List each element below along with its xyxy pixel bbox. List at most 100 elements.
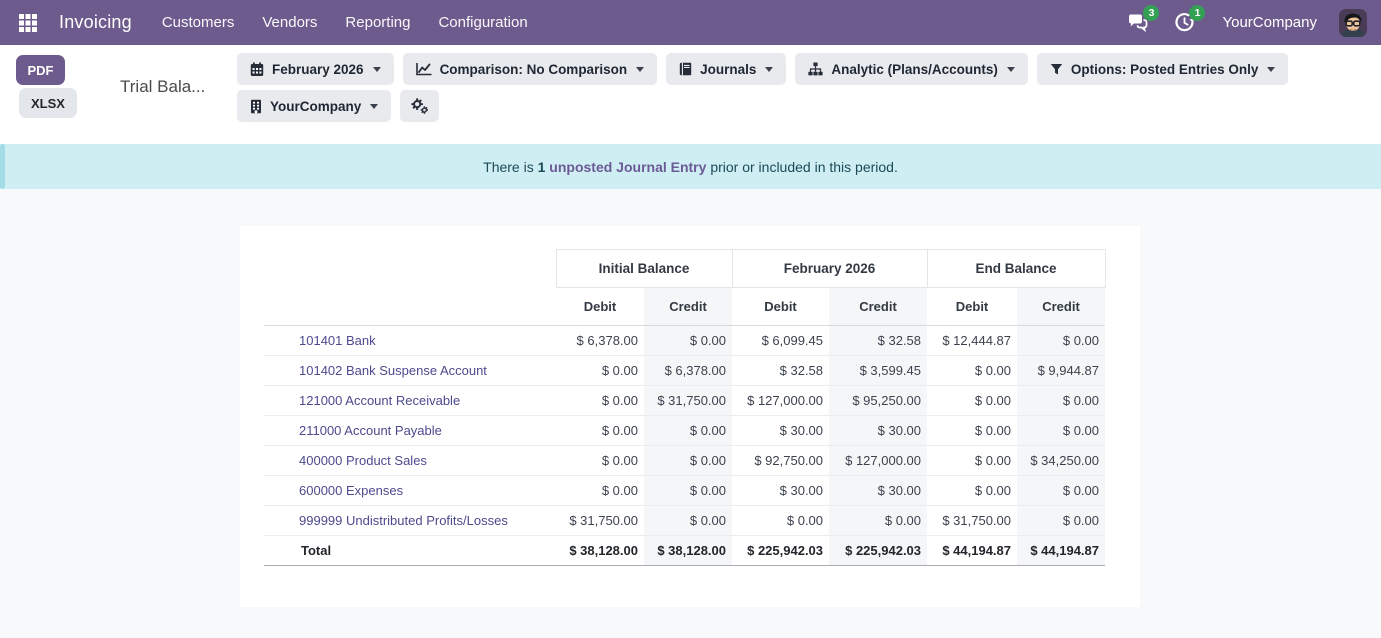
amount-cell: $ 0.00 [644, 506, 732, 536]
content-area: Initial Balance February 2026 End Balanc… [0, 189, 1381, 638]
line-chart-icon [416, 62, 432, 76]
report-card: Initial Balance February 2026 End Balanc… [240, 226, 1140, 607]
amount-cell: $ 0.00 [927, 476, 1017, 506]
amount-cell: $ 0.00 [644, 416, 732, 446]
gears-icon [411, 98, 428, 114]
table-row: 121000 Account Receivable$ 0.00$ 31,750.… [264, 386, 1105, 416]
amount-cell: $ 32.58 [732, 356, 829, 386]
amount-cell: $ 0.00 [556, 386, 644, 416]
messages-button[interactable]: 3 [1126, 11, 1150, 35]
company-filter-button[interactable]: YourCompany [237, 90, 391, 122]
amount-cell: $ 0.00 [1017, 326, 1105, 356]
filter-funnel-icon [1050, 63, 1063, 76]
total-amount-cell: $ 44,194.87 [1017, 536, 1105, 566]
amount-cell: $ 0.00 [927, 356, 1017, 386]
options-filter-button[interactable]: Options: Posted Entries Only [1037, 53, 1289, 85]
nav-menu-reporting[interactable]: Reporting [345, 14, 410, 31]
nav-menu-configuration[interactable]: Configuration [438, 14, 527, 31]
account-link[interactable]: 999999 Undistributed Profits/Losses [299, 513, 508, 528]
column-header-debit: Debit [732, 288, 829, 326]
amount-cell: $ 92,750.00 [732, 446, 829, 476]
amount-cell: $ 30.00 [732, 476, 829, 506]
sitemap-icon [808, 62, 823, 76]
total-label: Total [264, 536, 556, 566]
amount-cell: $ 127,000.00 [732, 386, 829, 416]
building-icon [250, 99, 262, 114]
activities-badge: 1 [1189, 5, 1205, 21]
analytic-filter-button[interactable]: Analytic (Plans/Accounts) [795, 53, 1028, 85]
account-link[interactable]: 121000 Account Receivable [299, 393, 460, 408]
export-xlsx-button[interactable]: XLSX [19, 88, 77, 118]
column-header-credit: Credit [1017, 288, 1105, 326]
table-row: 101401 Bank $ 6,378.00 $ 0.00 $ 6,099.45$ 3… [264, 326, 1105, 356]
company-switcher[interactable]: YourCompany [1222, 14, 1317, 31]
account-link[interactable]: 101402 Bank Suspense Account [299, 363, 487, 378]
nav-menu-customers[interactable]: Customers [162, 14, 235, 31]
amount-cell: $ 127,000.00 [829, 446, 927, 476]
table-row: 999999 Undistributed Profits/Losses $ 31,… [264, 506, 1105, 536]
amount-cell: $ 30.00 [829, 476, 927, 506]
top-navbar: Invoicing Customers Vendors Reporting Co… [0, 0, 1381, 45]
journals-filter-button[interactable]: Journals [666, 53, 786, 85]
chevron-down-icon [370, 104, 378, 109]
amount-cell: $ 6,378.00 [556, 326, 644, 356]
amount-cell: $ 0.00 [644, 476, 732, 506]
chevron-down-icon [373, 67, 381, 72]
account-link[interactable]: 600000 Expenses [299, 483, 403, 498]
amount-cell: $ 0.00 [732, 506, 829, 536]
company-filter-label: YourCompany [270, 99, 361, 114]
account-link[interactable]: 211000 Account Payable [299, 423, 442, 438]
total-amount-cell: $ 225,942.03 [829, 536, 927, 566]
chevron-down-icon [1267, 67, 1275, 72]
total-amount-cell: $ 44,194.87 [927, 536, 1017, 566]
account-link[interactable]: 101401 Bank [299, 333, 376, 348]
amount-cell: $ 6,099.45 [732, 326, 829, 356]
amount-cell: $ 32.58 [829, 326, 927, 356]
journals-filter-label: Journals [700, 62, 756, 77]
analytic-filter-label: Analytic (Plans/Accounts) [831, 62, 998, 77]
report-settings-button[interactable] [400, 90, 439, 122]
account-cell: 999999 Undistributed Profits/Losses [264, 506, 556, 536]
control-panel: PDF XLSX Trial Bala... February 2026 [0, 45, 1381, 144]
column-group-end-balance: End Balance [927, 250, 1105, 288]
app-name[interactable]: Invoicing [59, 12, 132, 33]
book-icon [679, 62, 692, 76]
account-link[interactable]: 400000 Product Sales [299, 453, 427, 468]
amount-cell: $ 0.00 [829, 506, 927, 536]
amount-cell: $ 0.00 [1017, 476, 1105, 506]
total-amount-cell: $ 38,128.00 [644, 536, 732, 566]
nav-menu: Customers Vendors Reporting Configuratio… [162, 14, 528, 31]
unposted-entry-link[interactable]: unposted Journal Entry [545, 159, 710, 175]
amount-cell: $ 0.00 [927, 386, 1017, 416]
account-cell: 101401 Bank [264, 326, 556, 356]
account-cell: 101402 Bank Suspense Account [264, 356, 556, 386]
report-title: Trial Bala... [120, 77, 205, 97]
apps-grid-icon [18, 13, 38, 33]
activities-button[interactable]: 1 [1172, 11, 1196, 35]
nav-menu-vendors[interactable]: Vendors [262, 14, 317, 31]
amount-cell: $ 0.00 [556, 476, 644, 506]
options-filter-label: Options: Posted Entries Only [1071, 62, 1259, 77]
amount-cell: $ 0.00 [1017, 506, 1105, 536]
amount-cell: $ 3,599.45 [829, 356, 927, 386]
column-header-debit: Debit [556, 288, 644, 326]
date-filter-button[interactable]: February 2026 [237, 53, 394, 85]
amount-cell: $ 12,444.87 [927, 326, 1017, 356]
chevron-down-icon [1007, 67, 1015, 72]
amount-cell: $ 0.00 [556, 356, 644, 386]
comparison-filter-button[interactable]: Comparison: No Comparison [403, 53, 658, 85]
apps-menu-button[interactable] [15, 10, 41, 36]
amount-cell: $ 0.00 [927, 416, 1017, 446]
banner-text-before: There is [483, 159, 537, 175]
date-filter-label: February 2026 [272, 62, 364, 77]
account-cell: 121000 Account Receivable [264, 386, 556, 416]
amount-cell: $ 0.00 [556, 446, 644, 476]
amount-cell: $ 31,750.00 [556, 506, 644, 536]
banner-accent-bar [0, 144, 5, 189]
account-cell: 211000 Account Payable [264, 416, 556, 446]
filter-toolbar: February 2026 Comparison: No Comparison … [237, 53, 1288, 122]
amount-cell: $ 31,750.00 [927, 506, 1017, 536]
report-table-body: 101401 Bank$ 6,378.00$ 0.00$ 6,099.45$ 3… [264, 326, 1105, 536]
export-pdf-button[interactable]: PDF [16, 55, 65, 85]
user-avatar[interactable] [1339, 9, 1367, 37]
